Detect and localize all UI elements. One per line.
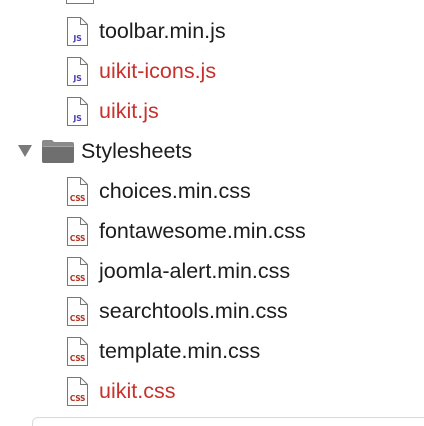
file-name-label: uikit-icons.js xyxy=(99,58,217,83)
tree-item-uikit-js[interactable]: JS uikit.js xyxy=(66,91,159,131)
file-type-badge: CSS xyxy=(69,393,86,403)
file-name-label: uikit.js xyxy=(99,98,159,123)
tree-item-searchtools-min-css[interactable]: CSS searchtools.min.css xyxy=(66,291,288,331)
file-type-badge: CSS xyxy=(69,313,86,323)
file-type-badge: JS xyxy=(73,73,82,83)
file-type-badge: JS xyxy=(73,113,82,123)
css-file-icon: CSS xyxy=(66,296,89,327)
css-file-icon: CSS xyxy=(66,176,89,207)
tree-item-fontawesome-min-css[interactable]: CSS fontawesome.min.css xyxy=(66,211,306,251)
file-name-label: choices.min.css xyxy=(99,178,251,203)
tree-item-template-min-css[interactable]: CSS template.min.css xyxy=(66,331,260,371)
disclosure-triangle-down-icon[interactable] xyxy=(16,142,34,160)
tree-item-uikit-icons-js[interactable]: JS uikit-icons.js xyxy=(66,51,216,91)
file-name-label: searchtools.min.css xyxy=(99,298,288,323)
tree-item-toolbar-min-js[interactable]: JS toolbar.min.js xyxy=(66,11,226,51)
css-file-icon: CSS xyxy=(66,336,89,367)
clipped-row-edge xyxy=(66,0,94,4)
js-file-icon: JS xyxy=(66,56,89,87)
tree-folder-stylesheets[interactable]: Stylesheets xyxy=(16,131,192,171)
file-name-label: joomla-alert.min.css xyxy=(99,258,291,283)
panel-divider xyxy=(32,417,424,426)
folder-name-label: Stylesheets xyxy=(81,138,193,163)
file-name-label: uikit.css xyxy=(99,378,176,403)
tree-item-uikit-css[interactable]: CSS uikit.css xyxy=(66,371,175,411)
file-type-badge: CSS xyxy=(69,353,86,363)
file-name-label: toolbar.min.js xyxy=(99,18,226,43)
tree-item-joomla-alert-min-css[interactable]: CSS joomla-alert.min.css xyxy=(66,251,290,291)
css-file-icon: CSS xyxy=(66,216,89,247)
css-file-icon: CSS xyxy=(66,256,89,287)
js-file-icon: JS xyxy=(66,96,89,127)
file-name-label: fontawesome.min.css xyxy=(99,218,306,243)
file-type-badge: CSS xyxy=(69,193,86,203)
file-type-badge: CSS xyxy=(69,273,86,283)
file-tree-pane: JS toolbar.min.js JS uikit-icons.js JS u… xyxy=(0,0,424,426)
tree-item-choices-min-css[interactable]: CSS choices.min.css xyxy=(66,171,251,211)
file-type-badge: CSS xyxy=(69,233,86,243)
file-name-label: template.min.css xyxy=(99,338,261,363)
file-type-badge: JS xyxy=(73,33,82,43)
js-file-icon: JS xyxy=(66,16,89,47)
css-file-icon: CSS xyxy=(66,376,89,407)
folder-icon xyxy=(41,138,75,164)
